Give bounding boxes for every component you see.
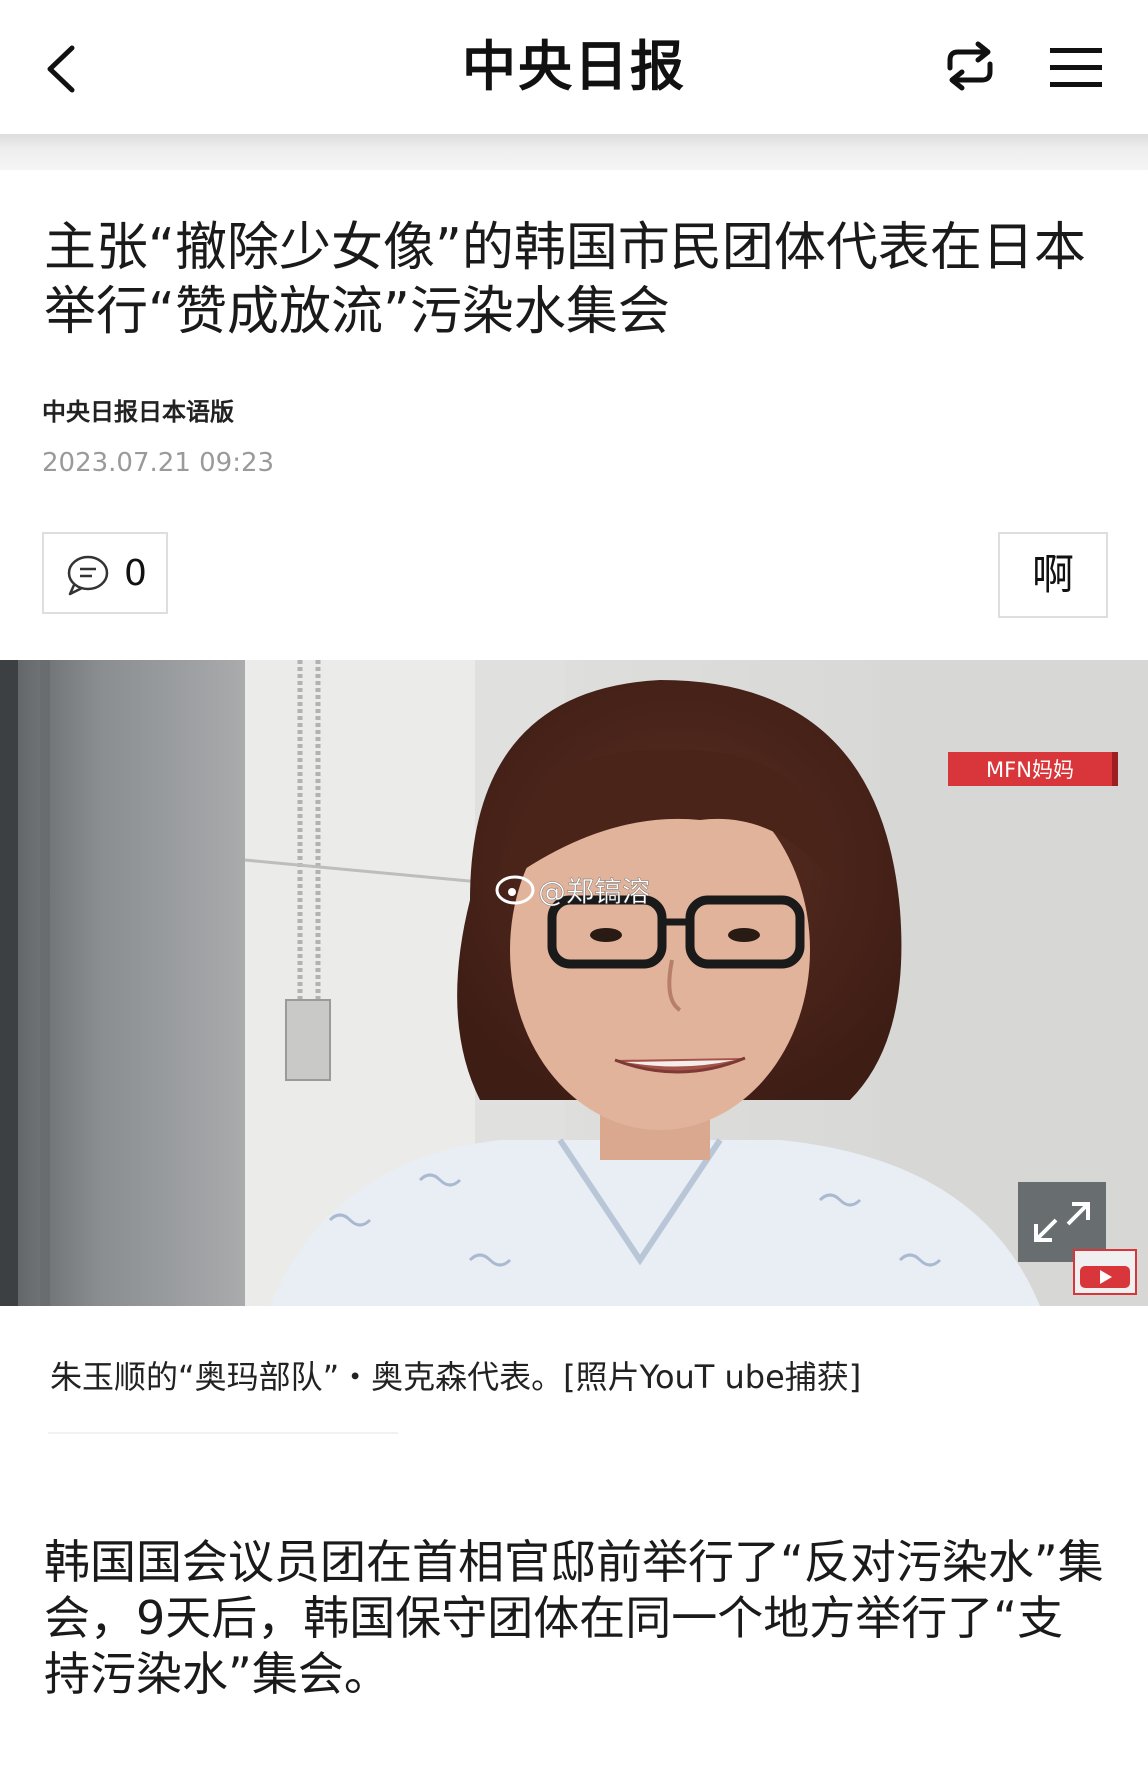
header-separator	[0, 134, 1148, 170]
comment-count: 0	[124, 553, 147, 594]
article-source[interactable]: 中央日报日本语版	[42, 392, 234, 427]
caption-divider	[48, 1432, 398, 1434]
article-date: 2023.07.21 09:23	[42, 448, 275, 478]
comment-icon	[67, 555, 109, 596]
article-body: 韩国国会议员团在首相官邸前举行了“反对污染水”集会，9天后，韩国保守团体在同一个…	[44, 1535, 1104, 1701]
article-headline: 主张“撤除少女像”的韩国市民团体代表在日本举行“赞成放流”污染水集会	[44, 218, 1086, 342]
top-bar: 中央日报	[0, 0, 1148, 134]
article-photo: MFN妈妈 @郑镐溶	[0, 660, 1148, 1306]
photo-watermark: @郑镐溶	[538, 875, 650, 908]
font-size-button[interactable]: 啊	[998, 532, 1108, 618]
youtube-logo-icon	[1073, 1249, 1137, 1295]
photo-badge: MFN妈妈	[986, 758, 1074, 782]
photo-caption: 朱玉顺的“奥玛部队”・奥克森代表。[照片YouT ube捕获]	[50, 1358, 862, 1396]
share-refresh-icon[interactable]	[940, 38, 1000, 94]
comment-button[interactable]: 0	[42, 532, 168, 614]
hamburger-menu-icon[interactable]	[1048, 44, 1104, 92]
